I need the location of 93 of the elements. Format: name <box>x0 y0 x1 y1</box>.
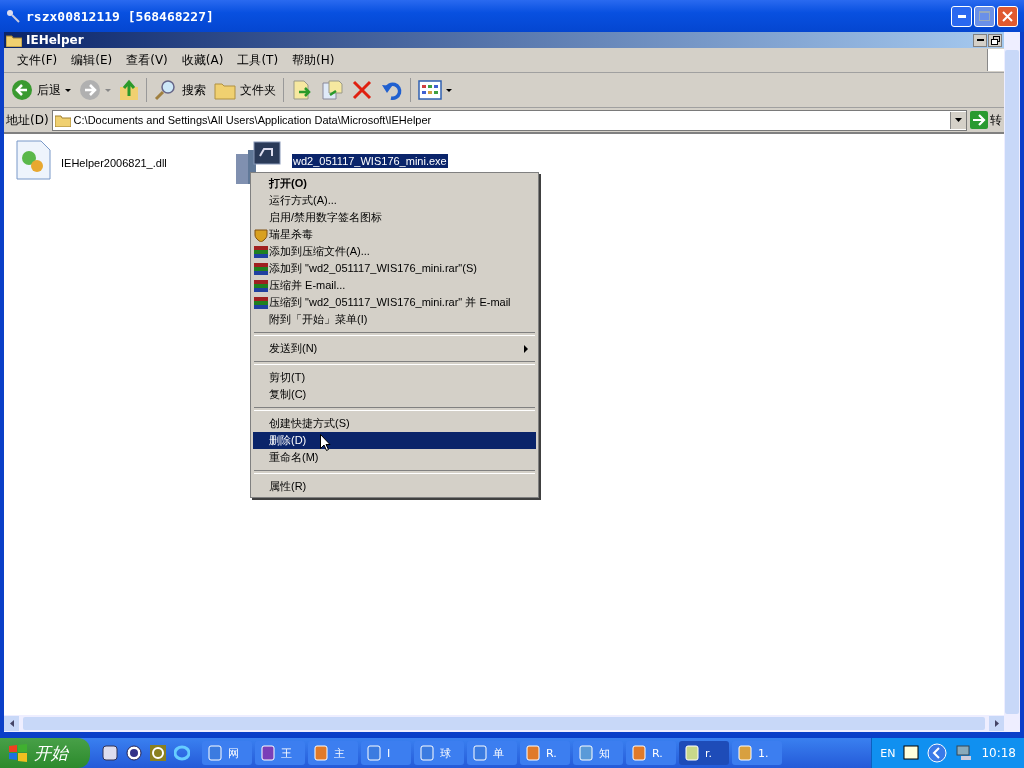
windows-flag-icon <box>8 744 28 762</box>
context-menu-item[interactable]: 压缩并 E-mail... <box>253 277 536 294</box>
minimize-icon <box>976 39 984 41</box>
back-button[interactable]: 后退 <box>8 77 74 103</box>
context-menu-item[interactable]: 剪切(T) <box>253 369 536 386</box>
taskbar-button[interactable]: 单 <box>467 741 517 765</box>
cross-icon <box>351 79 373 101</box>
books-icon <box>254 295 268 310</box>
books-icon <box>254 261 268 276</box>
go-arrow-icon <box>970 111 988 129</box>
books-icon <box>254 278 268 293</box>
app-icon <box>260 745 276 761</box>
minimize-button[interactable] <box>973 33 987 47</box>
maximize-button[interactable] <box>974 5 995 27</box>
restore-icon <box>990 35 1000 45</box>
window-title: rszx00812119 [568468227] <box>26 8 214 24</box>
context-menu-item[interactable]: 属性(R) <box>253 478 536 495</box>
app-icon <box>525 745 541 761</box>
folders-button[interactable]: 文件夹 <box>211 78 279 102</box>
taskbar-button[interactable]: 王 <box>255 741 305 765</box>
taskbar-button[interactable]: r. <box>679 741 729 765</box>
context-menu-item[interactable]: 压缩到 "wd2_051117_WIS176_mini.rar" 并 E-mail <box>253 294 536 311</box>
app-icon <box>207 745 223 761</box>
context-menu-item[interactable]: 重命名(M) <box>253 449 536 466</box>
close-button[interactable] <box>997 5 1018 27</box>
clock: 10:18 <box>981 746 1016 760</box>
app-icon <box>578 745 594 761</box>
context-menu-item[interactable]: 附到「开始」菜单(I) <box>253 311 536 328</box>
minimize-icon <box>957 14 966 18</box>
go-button[interactable]: 转 <box>970 111 1002 129</box>
mouse-pointer-icon <box>320 434 331 451</box>
start-button[interactable]: 开始 <box>0 738 90 768</box>
folder-icon <box>54 113 71 127</box>
app-icon <box>684 745 700 761</box>
copy-files-icon <box>321 79 343 101</box>
taskbar-button[interactable]: 主 <box>308 741 358 765</box>
app-icon <box>313 745 329 761</box>
file-name[interactable]: IEHelper2006821_.dll <box>60 156 168 170</box>
taskbar-button[interactable]: R. <box>626 741 676 765</box>
app-icon <box>366 745 382 761</box>
context-menu-item[interactable]: 添加到压缩文件(A)... <box>253 243 536 260</box>
undo-arrow-icon <box>381 79 403 101</box>
context-menu-item[interactable]: 打开(O) <box>253 175 536 192</box>
horizontal-scrollbar[interactable] <box>4 715 1004 732</box>
views-button[interactable] <box>415 78 455 102</box>
restore-button[interactable] <box>988 33 1002 47</box>
chevron-left-icon[interactable] <box>927 743 948 763</box>
app-icon <box>631 745 647 761</box>
books-icon <box>254 244 268 259</box>
context-menu-item[interactable]: 添加到 "wd2_051117_WIS176_mini.rar"(S) <box>253 260 536 277</box>
magnifier-icon <box>6 9 20 23</box>
dropdown-arrow-icon <box>65 88 71 92</box>
menu-item[interactable]: 收藏(A) <box>174 51 231 69</box>
file-name[interactable]: wd2_051117_WIS176_mini.exe <box>292 154 448 168</box>
app-icon <box>737 745 753 761</box>
taskbar-button[interactable]: R. <box>520 741 570 765</box>
context-menu-item[interactable]: 启用/禁用数字签名图标 <box>253 209 536 226</box>
context-menu-item[interactable]: 发送到(N) <box>253 340 536 357</box>
dropdown-arrow-icon <box>446 88 452 92</box>
address-label: 地址(D) <box>6 111 49 129</box>
menu-item[interactable]: 帮助(H) <box>285 51 342 69</box>
scroll-right-icon[interactable] <box>994 720 999 727</box>
menu-item[interactable]: 文件(F) <box>10 51 65 69</box>
file-arrow-icon <box>291 79 313 101</box>
menu-item[interactable]: 查看(V) <box>119 51 175 69</box>
folder-icon <box>214 80 236 100</box>
address-field[interactable]: C:\Documents and Settings\All Users\Application Data\Microsoft\IEHelper <box>51 109 967 131</box>
context-menu-item[interactable]: 创建快捷方式(S) <box>253 415 536 432</box>
explorer-title: IEHelper <box>26 33 84 47</box>
close-icon <box>1002 10 1013 22</box>
dropdown-arrow-icon[interactable] <box>955 118 962 122</box>
app-icon <box>419 745 435 761</box>
context-menu-item[interactable]: 瑞星杀毒 <box>253 226 536 243</box>
taskbar-button[interactable]: 球 <box>414 741 464 765</box>
context-menu-item[interactable]: 删除(D) <box>253 432 536 449</box>
menu-item[interactable]: 编辑(E) <box>64 51 120 69</box>
grid-view-icon <box>418 80 442 100</box>
context-menu-item[interactable]: 运行方式(A)... <box>253 192 536 209</box>
vertical-scrollbar[interactable] <box>1004 32 1020 732</box>
menu-item[interactable]: 工具(T) <box>230 51 286 69</box>
search-button[interactable]: 搜索 <box>151 77 209 103</box>
app-icon <box>472 745 488 761</box>
maximize-icon <box>979 11 990 21</box>
context-menu-item[interactable]: 复制(C) <box>253 386 536 403</box>
taskbar-button[interactable]: 知 <box>573 741 623 765</box>
scroll-left-icon[interactable] <box>9 720 14 727</box>
dropdown-arrow-icon <box>105 88 111 92</box>
taskbar-button[interactable]: 1. <box>732 741 782 765</box>
taskbar-button[interactable]: 网 <box>202 741 252 765</box>
folder-up-icon <box>119 79 139 101</box>
taskbar-button[interactable]: I <box>361 741 411 765</box>
search-icon <box>154 79 178 101</box>
network-computer-icon[interactable] <box>955 745 974 761</box>
